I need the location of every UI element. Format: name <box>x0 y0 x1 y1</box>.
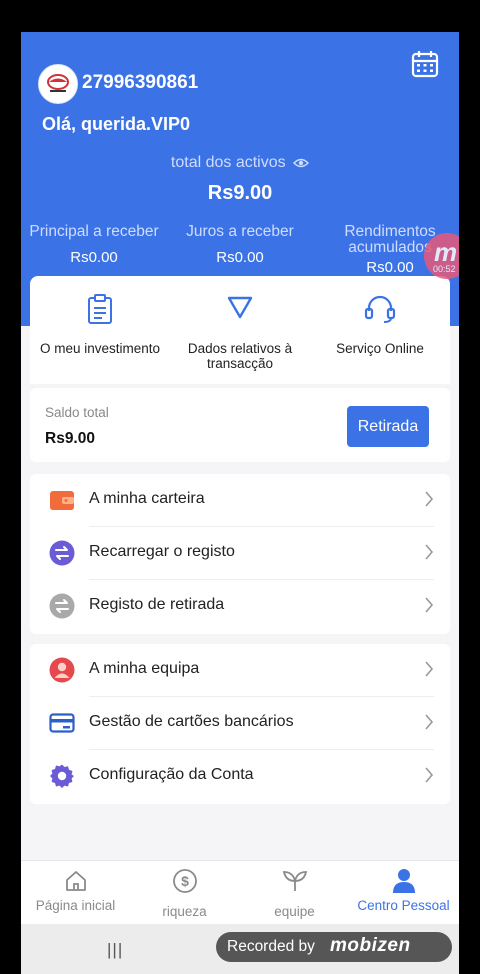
menu-item-bank-cards[interactable]: Gestão de cartões bancários <box>30 697 450 750</box>
menu-item-label: Gestão de cartões bancários <box>89 713 294 730</box>
stat-label: Principal a receber <box>29 223 159 240</box>
chevron-right-icon <box>425 714 434 730</box>
watermark-prefix: Recorded by <box>227 938 315 955</box>
eye-icon[interactable] <box>293 157 310 169</box>
chevron-right-icon <box>425 661 434 677</box>
bank-card-icon <box>49 713 75 733</box>
chevron-right-icon <box>425 767 434 783</box>
sprout-icon <box>282 871 307 891</box>
avatar[interactable] <box>38 64 78 104</box>
recharge-icon <box>49 540 75 566</box>
menu-item-label: Configuração da Conta <box>89 766 254 783</box>
chevron-right-icon <box>425 597 434 613</box>
stat-label: Juros a receber <box>186 223 294 240</box>
withdraw-record-icon <box>49 593 75 619</box>
tab-wealth[interactable]: $ riqueza <box>130 861 239 919</box>
settings-gear-icon <box>50 764 74 788</box>
triangle-down-icon <box>227 296 253 319</box>
menu-item-recharge-record[interactable]: Recarregar o registo <box>30 527 450 580</box>
withdraw-button[interactable]: Retirada <box>347 406 429 447</box>
balance-value: Rs9.00 <box>45 430 95 447</box>
watermark-brand: mobizen <box>330 935 411 956</box>
menu-group-finance: A minha carteira Recarregar o registo Re… <box>30 474 450 634</box>
chevron-right-icon <box>425 491 434 507</box>
calendar-icon[interactable] <box>411 50 439 78</box>
stat-interest: Juros a receber Rs0.00 <box>167 224 313 266</box>
transaction-data-button[interactable]: Dados relativos à transacção <box>170 276 310 371</box>
balance-card: Saldo total Rs9.00 Retirada <box>30 388 450 462</box>
balance-label: Saldo total <box>45 405 109 420</box>
recorder-timer: 00:52 <box>433 264 456 274</box>
app-screen: 27996390861 Olá, querida.VIP0 total dos … <box>21 32 459 974</box>
menu-group-account: A minha equipa Gestão de cartões bancári… <box>30 644 450 804</box>
tab-label: equipe <box>274 904 315 919</box>
quick-action-label: O meu investimento <box>39 341 161 356</box>
tab-personal-center[interactable]: Centro Pessoal <box>349 861 458 913</box>
stat-value: Rs0.00 <box>216 249 264 266</box>
total-assets-label: total dos activos <box>21 154 459 172</box>
menu-item-label: A minha equipa <box>89 660 200 677</box>
home-icon <box>65 871 86 891</box>
company-logo-icon <box>47 74 69 92</box>
tab-label: riqueza <box>162 904 207 919</box>
chevron-right-icon <box>425 544 434 560</box>
svg-text:$: $ <box>181 873 189 889</box>
clipboard-icon <box>88 294 112 324</box>
tab-home[interactable]: Página inicial <box>21 861 130 913</box>
bottom-tab-bar: Página inicial $ riqueza equipe Centro P… <box>21 860 459 925</box>
total-assets-value: Rs9.00 <box>207 182 273 204</box>
online-service-button[interactable]: Serviço Online <box>310 276 450 356</box>
menu-item-label: Registo de retirada <box>89 596 225 613</box>
tab-label: Centro Pessoal <box>357 898 450 913</box>
account-phone: 27996390861 <box>82 72 199 93</box>
stat-value: Rs0.00 <box>70 249 118 266</box>
menu-item-wallet[interactable]: A minha carteira <box>30 474 450 527</box>
menu-item-withdraw-record[interactable]: Registo de retirada <box>30 580 450 633</box>
headset-icon <box>364 295 396 323</box>
recent-apps-button[interactable]: ||| <box>107 940 123 960</box>
team-icon <box>49 657 75 683</box>
stat-principal: Principal a receber Rs0.00 <box>21 224 167 266</box>
menu-item-label: A minha carteira <box>89 490 205 507</box>
dollar-icon: $ <box>172 869 197 893</box>
quick-action-label: Serviço Online <box>336 341 424 356</box>
quick-action-label: Dados relativos à transacção <box>187 341 293 371</box>
wallet-icon <box>50 491 74 510</box>
tab-team[interactable]: equipe <box>240 861 349 919</box>
quick-actions-card: O meu investimento Dados relativos à tra… <box>30 276 450 384</box>
total-assets-text: total dos activos <box>170 154 286 171</box>
my-investment-button[interactable]: O meu investimento <box>30 276 170 356</box>
greeting-vip-level: Olá, querida.VIP0 <box>42 114 191 134</box>
person-icon <box>392 869 415 893</box>
tab-label: Página inicial <box>35 898 116 913</box>
menu-item-label: Recarregar o registo <box>89 543 235 560</box>
recorder-watermark: Recorded by mobizen <box>216 932 452 962</box>
menu-item-my-team[interactable]: A minha equipa <box>30 644 450 697</box>
menu-item-account-settings[interactable]: Configuração da Conta <box>30 750 450 803</box>
